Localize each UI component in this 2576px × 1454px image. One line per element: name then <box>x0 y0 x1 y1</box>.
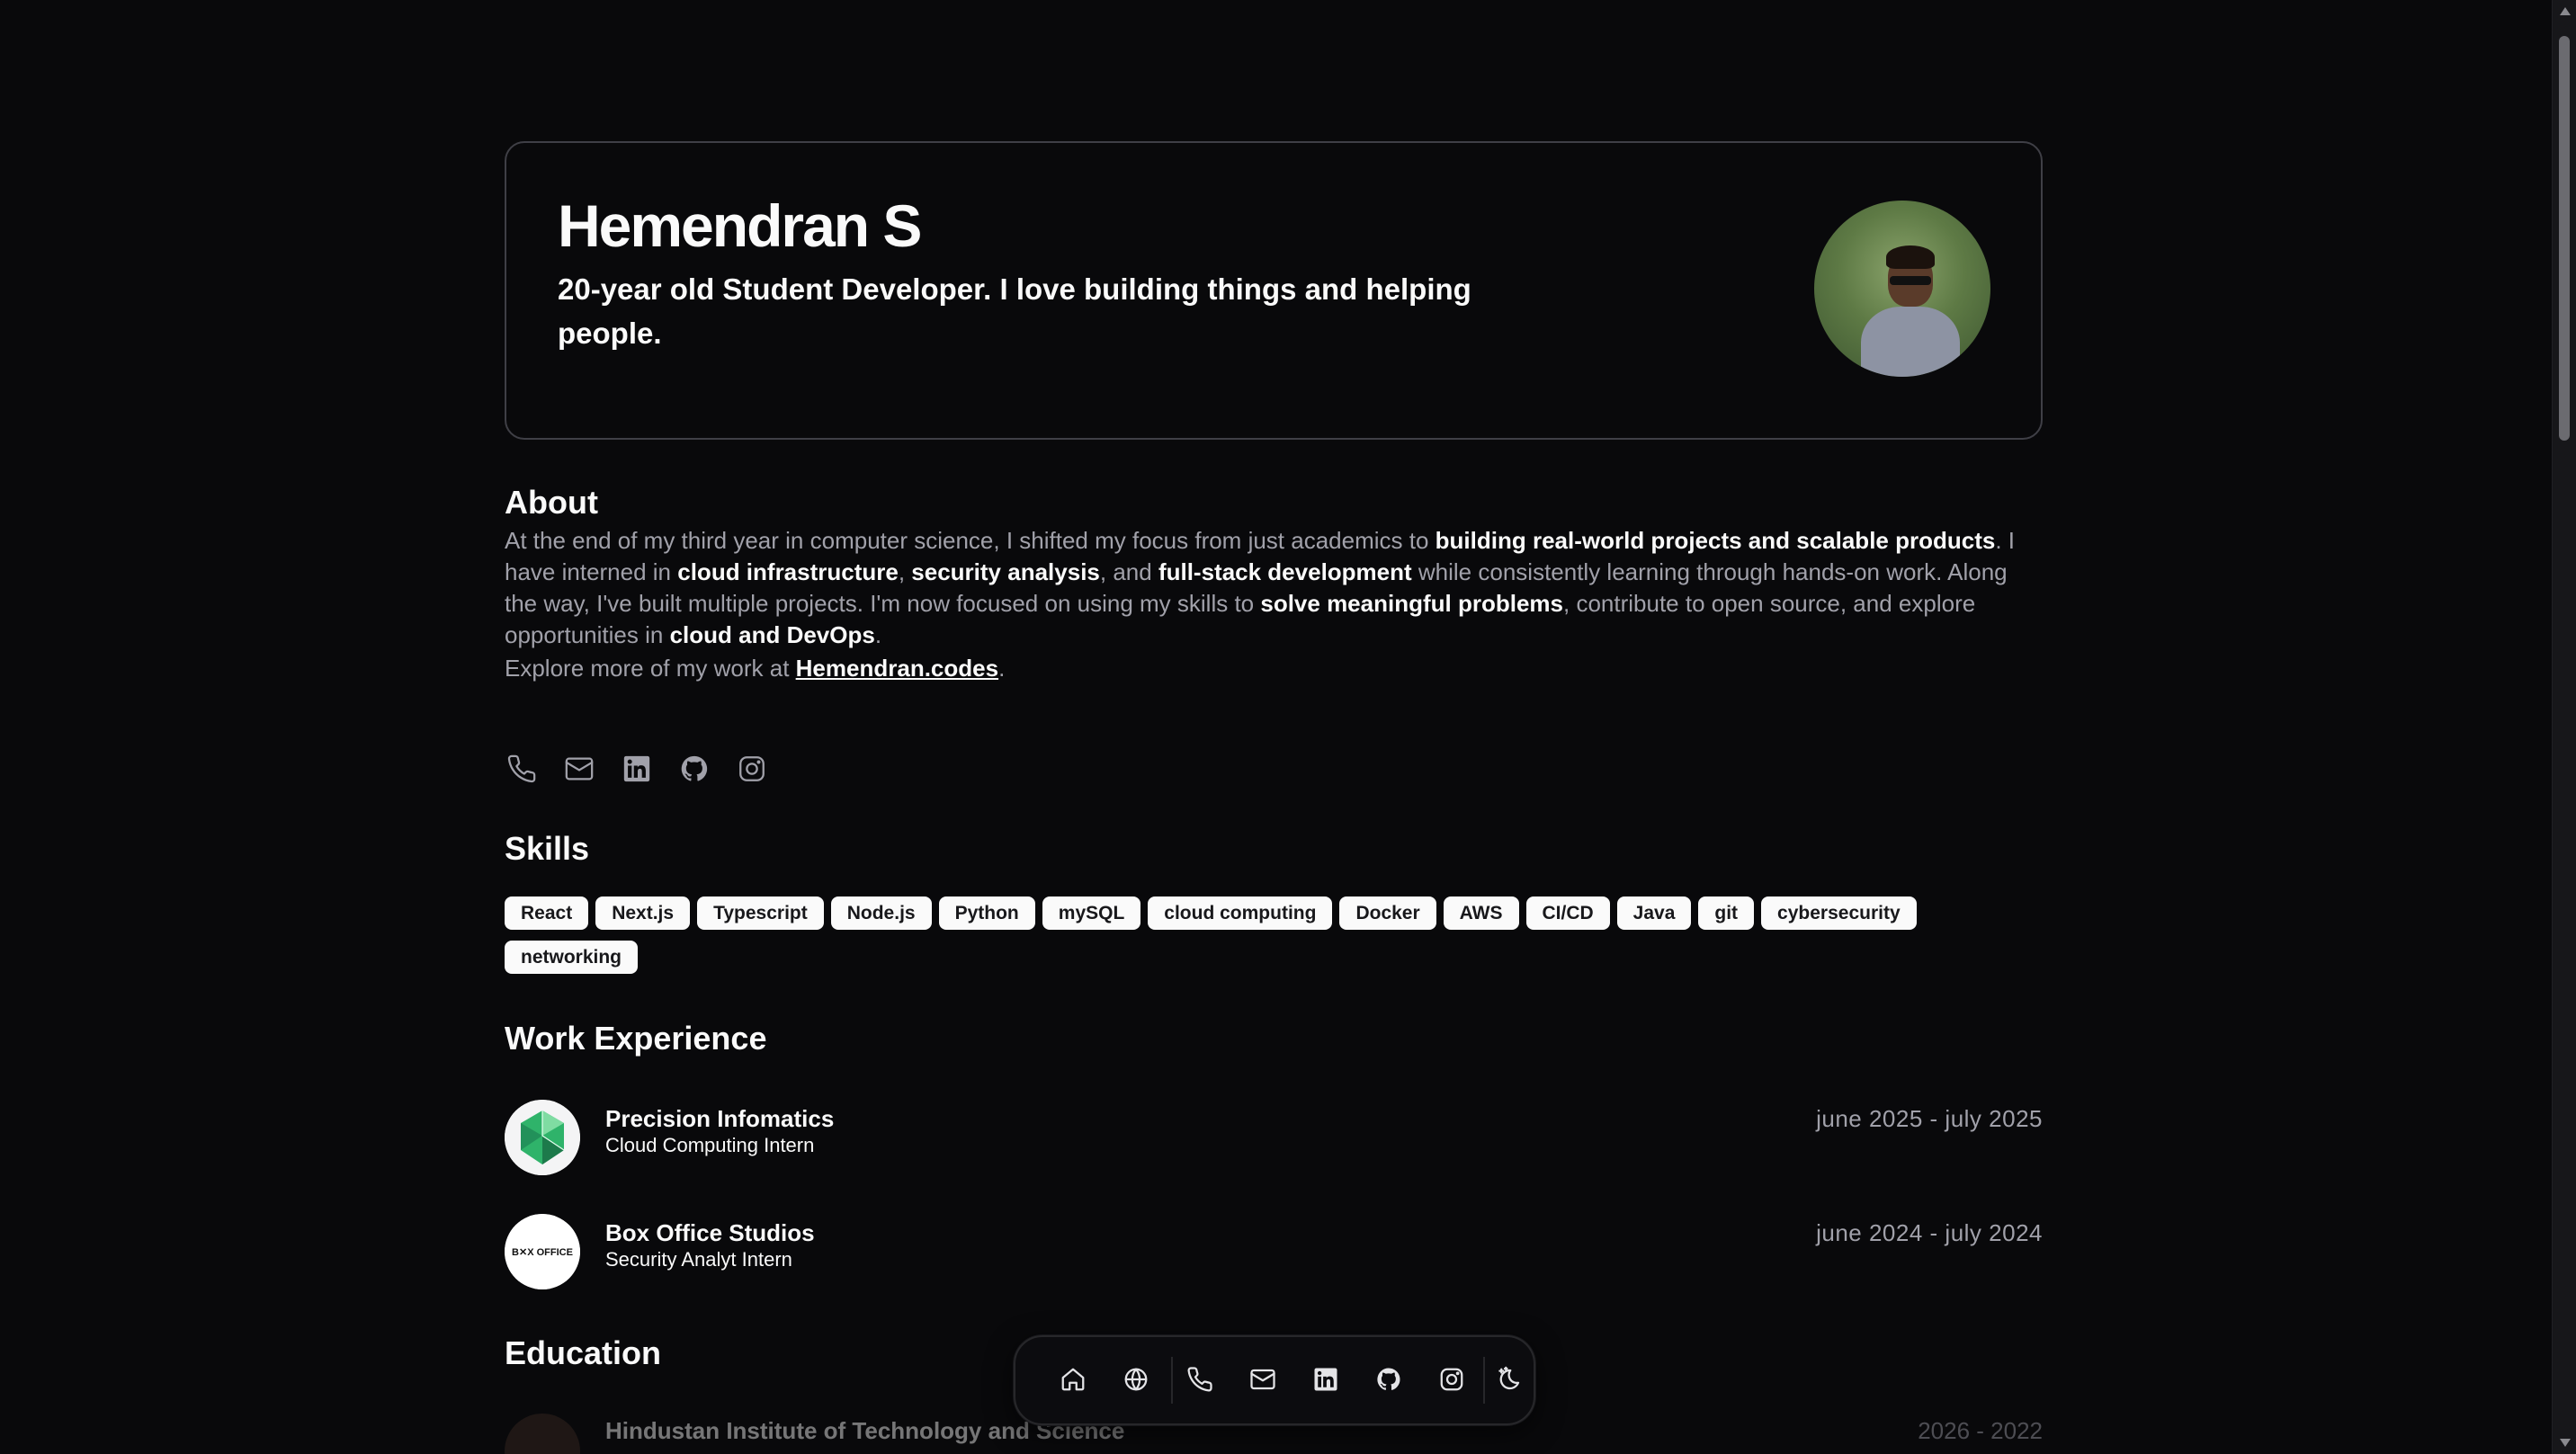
skills-list: React Next.js Typescript Node.js Python mySQL… <box>505 896 2034 974</box>
about-more-prefix: Explore more of my work at <box>505 655 796 682</box>
about-text-3: , <box>898 558 912 585</box>
hero-name: Hemendran S <box>558 192 922 259</box>
job-dates: june 2024 - july 2024 <box>1816 1219 2043 1246</box>
skill-badge: networking <box>505 941 639 974</box>
instagram-icon[interactable] <box>1431 1359 1472 1400</box>
skill-badge: Next.js <box>595 896 691 930</box>
job-item-precision[interactable]: Precision Infomatics Cloud Computing Int… <box>505 1100 2043 1177</box>
skill-badge: React <box>505 896 589 930</box>
skill-badge: Docker <box>1339 896 1436 930</box>
github-icon[interactable] <box>1368 1359 1409 1400</box>
hero-tagline: 20-year old Student Developer. I love bu… <box>558 272 1471 350</box>
skill-badge: cybersecurity <box>1761 896 1917 930</box>
linkedin-icon[interactable] <box>620 752 654 786</box>
instagram-icon[interactable] <box>735 752 769 786</box>
vertical-scrollbar[interactable] <box>2552 0 2576 1454</box>
avatar-hair <box>1886 245 1935 269</box>
skill-badge: AWS <box>1443 896 1519 930</box>
social-links <box>505 752 769 786</box>
linkedin-icon[interactable] <box>1305 1359 1346 1400</box>
about-text-7: . <box>874 621 882 648</box>
job-dates: june 2025 - july 2025 <box>1816 1105 2043 1132</box>
box-office-logo: B✕X OFFICE <box>505 1214 580 1289</box>
avatar-body <box>1861 307 1960 377</box>
website-link[interactable]: Hemendran.codes <box>796 655 998 682</box>
avatar-glasses <box>1890 276 1931 285</box>
about-heading: About <box>505 484 598 521</box>
about-bold-3: security analysis <box>911 558 1100 585</box>
home-icon[interactable] <box>1052 1359 1094 1400</box>
school-logo <box>505 1414 580 1454</box>
theme-toggle-icon[interactable] <box>1489 1359 1530 1400</box>
skill-badge: mySQL <box>1042 896 1141 930</box>
hero-card: Hemendran S 20-year old Student Develope… <box>505 141 2043 440</box>
dock-separator <box>1171 1357 1173 1404</box>
job-company: Box Office Studios <box>605 1219 815 1246</box>
scroll-down-arrow-icon[interactable] <box>2560 1439 2571 1447</box>
education-dates: 2026 - 2022 <box>1918 1417 2043 1444</box>
skill-badge: cloud computing <box>1148 896 1333 930</box>
about-paragraph: At the end of my third year in computer … <box>505 525 2043 651</box>
github-icon[interactable] <box>677 752 711 786</box>
box-office-logo-text: B✕X OFFICE <box>512 1247 573 1258</box>
about-bold-2: cloud infrastructure <box>677 558 899 585</box>
skill-badge: Typescript <box>697 896 824 930</box>
phone-icon[interactable] <box>1179 1359 1221 1400</box>
portfolio-page: Hemendran S 20-year old Student Develope… <box>0 0 2553 1454</box>
job-role: Security Analyt Intern <box>605 1248 792 1271</box>
bottom-dock <box>1014 1335 1535 1425</box>
job-item-boxoffice[interactable]: B✕X OFFICE Box Office Studios Security A… <box>505 1214 2043 1291</box>
scroll-up-arrow-icon[interactable] <box>2560 7 2571 15</box>
about-text-1: At the end of my third year in computer … <box>505 527 1436 554</box>
phone-icon[interactable] <box>505 752 539 786</box>
skill-badge: CI/CD <box>1525 896 1610 930</box>
about-bold-4: full-stack development <box>1158 558 1412 585</box>
mail-icon[interactable] <box>562 752 596 786</box>
about-bold-6: cloud and DevOps <box>669 621 875 648</box>
work-heading: Work Experience <box>505 1020 767 1057</box>
skill-badge: Python <box>938 896 1035 930</box>
about-more: Explore more of my work at Hemendran.cod… <box>505 653 1005 684</box>
scrollbar-thumb[interactable] <box>2559 36 2570 441</box>
education-heading: Education <box>505 1334 662 1371</box>
about-text-4: , and <box>1099 558 1158 585</box>
mail-icon[interactable] <box>1242 1359 1284 1400</box>
precision-logo <box>505 1100 580 1175</box>
dock-separator <box>1483 1357 1485 1404</box>
avatar <box>1814 201 1990 377</box>
job-role: Cloud Computing Intern <box>605 1134 815 1156</box>
skill-badge: git <box>1698 896 1755 930</box>
globe-icon[interactable] <box>1115 1359 1157 1400</box>
about-bold-5: solve meaningful problems <box>1260 590 1563 617</box>
job-company: Precision Infomatics <box>605 1105 835 1132</box>
skill-badge: Java <box>1616 896 1692 930</box>
skill-badge: Node.js <box>830 896 932 930</box>
about-bold-1: building real-world projects and scalabl… <box>1435 527 1996 554</box>
about-more-suffix: . <box>998 655 1006 682</box>
skills-heading: Skills <box>505 830 590 867</box>
